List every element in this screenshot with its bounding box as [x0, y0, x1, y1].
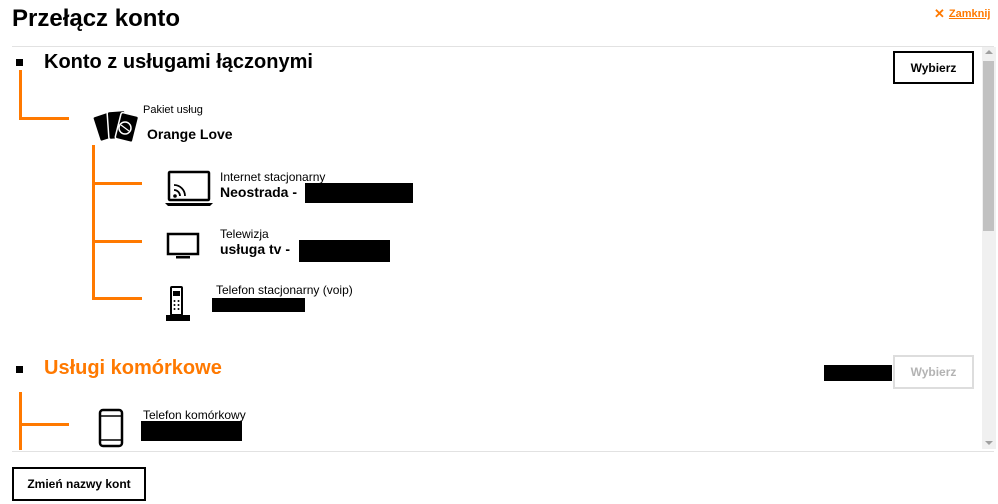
section-title-mobile: Usługi komórkowe	[44, 357, 222, 379]
laptop-icon	[164, 170, 214, 208]
tree-connector	[19, 70, 22, 120]
section-bullet	[16, 366, 23, 373]
rename-accounts-button[interactable]: Zmień nazwy kont	[12, 467, 146, 501]
service-label: Telefon komórkowy	[143, 408, 246, 422]
scroll-down-arrow-icon[interactable]	[985, 441, 993, 445]
tree-connector	[19, 423, 69, 426]
tree-connector	[92, 145, 95, 300]
close-icon[interactable]: ✕	[934, 7, 945, 20]
scroll-up-arrow-icon[interactable]	[985, 50, 993, 54]
tree-connector	[92, 182, 142, 185]
service-label: Telewizja	[220, 227, 269, 241]
service-label: Internet stacjonarny	[220, 170, 326, 184]
close-link[interactable]: ✕ Zamknij	[934, 7, 991, 20]
redacted-value	[212, 298, 305, 312]
select-mobile-account-button[interactable]: Wybierz	[893, 355, 974, 389]
dialog-title: Przełącz konto	[12, 5, 181, 32]
section-title-combined: Konto z usługami łączonymi	[44, 51, 313, 73]
package-label: Pakiet usług	[143, 104, 203, 116]
service-name: usługa tv -	[220, 241, 291, 257]
scrollbar-thumb[interactable]	[983, 61, 994, 231]
service-name: Neostrada -	[220, 184, 298, 200]
tv-icon	[166, 232, 200, 260]
redacted-value	[824, 365, 892, 381]
tree-connector	[92, 297, 142, 300]
cordless-phone-icon	[164, 285, 192, 323]
mobile-phone-icon	[98, 408, 124, 448]
redacted-value	[299, 240, 390, 262]
cards-icon	[92, 108, 140, 146]
redacted-value	[305, 183, 413, 203]
redacted-value	[141, 421, 242, 441]
service-label: Telefon stacjonarny (voip)	[216, 283, 353, 297]
tree-connector	[19, 117, 69, 120]
tree-connector	[19, 392, 22, 450]
package-name: Orange Love	[147, 126, 233, 142]
select-combined-account-button[interactable]: Wybierz	[893, 51, 974, 84]
close-label[interactable]: Zamknij	[949, 8, 991, 20]
tree-connector	[92, 240, 142, 243]
section-bullet	[16, 59, 23, 66]
